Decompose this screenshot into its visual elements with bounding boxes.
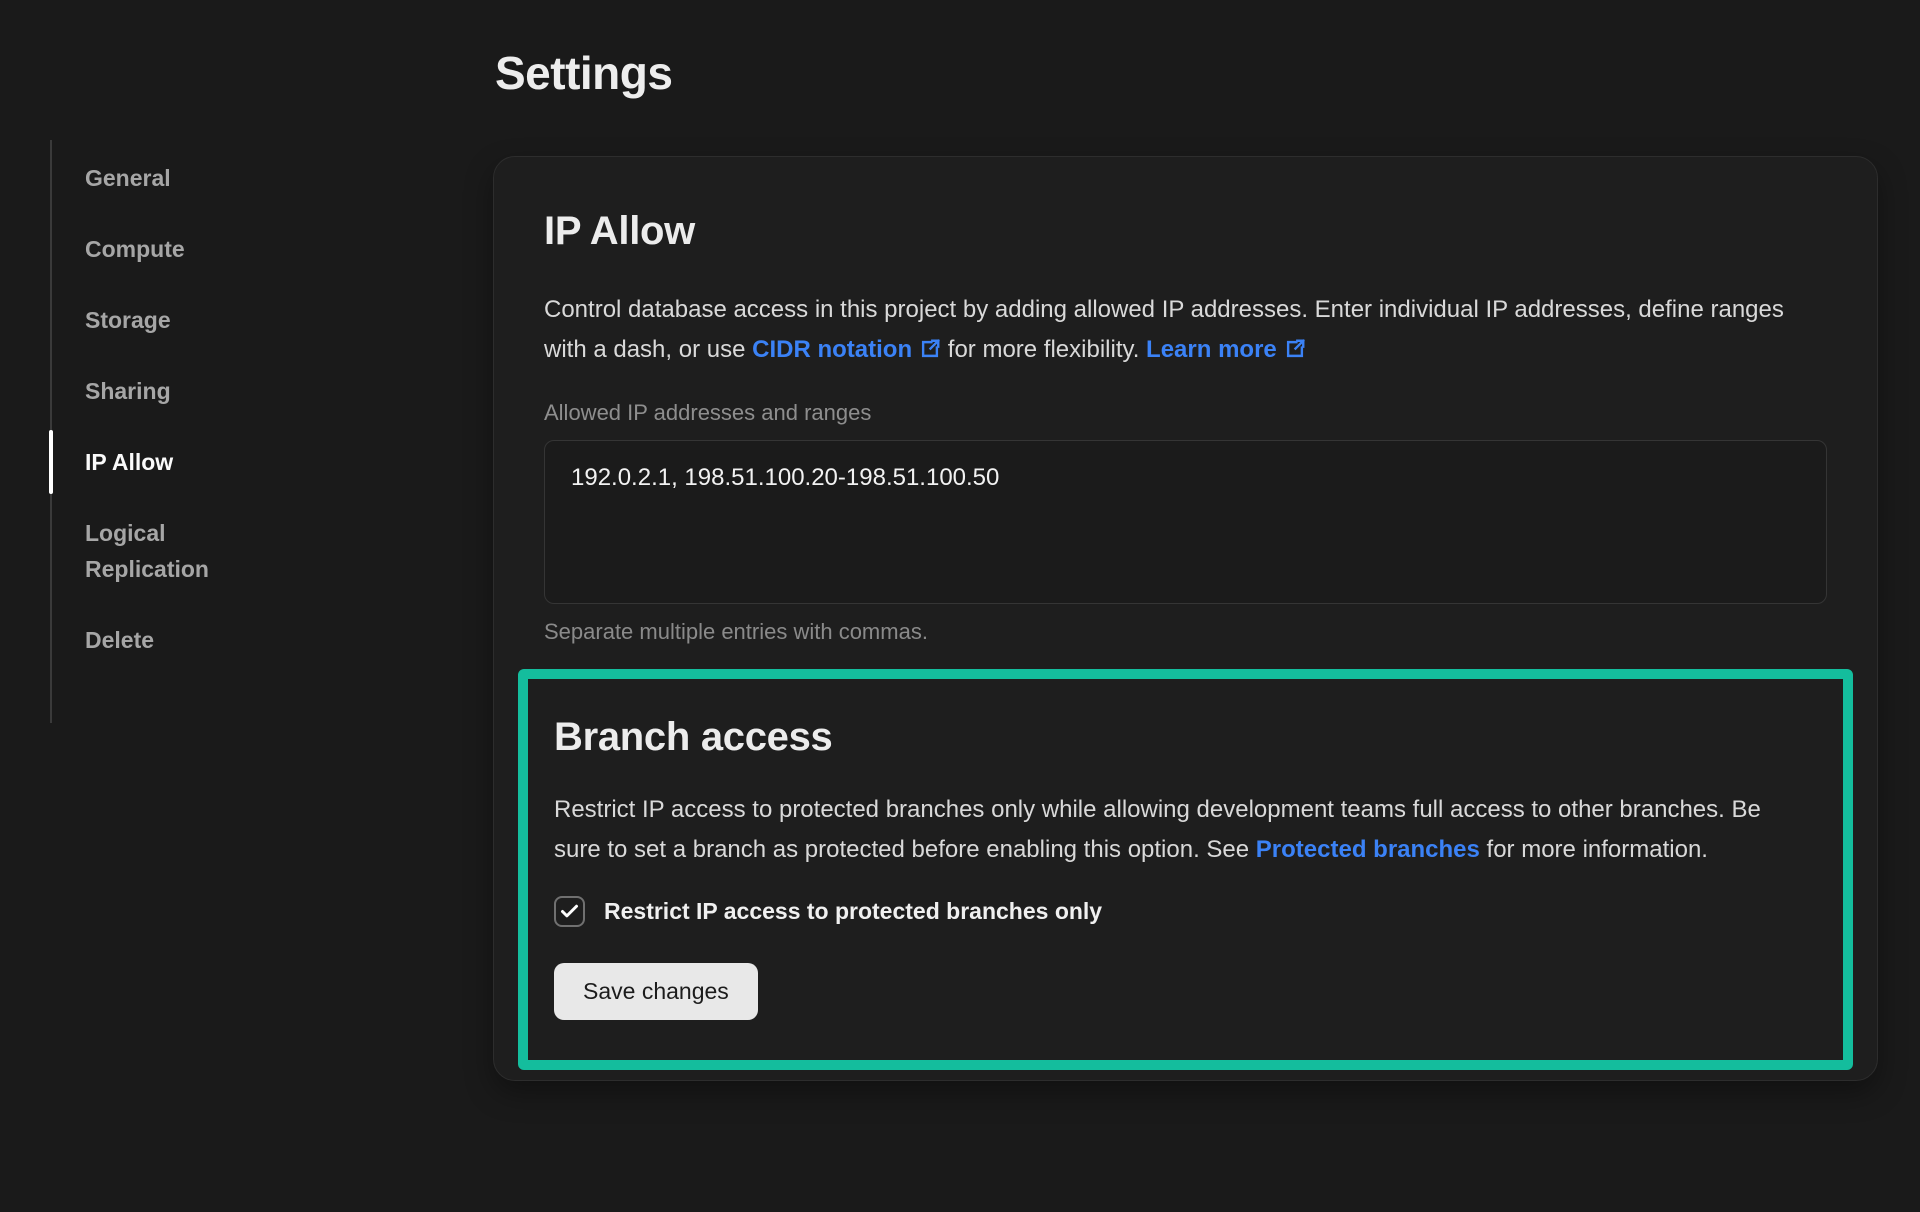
- ip-addresses-field-hint: Separate multiple entries with commas.: [544, 619, 1827, 645]
- sidebar-item-delete[interactable]: Delete: [85, 622, 260, 658]
- cidr-notation-link[interactable]: CIDR notation: [752, 336, 912, 363]
- save-changes-button[interactable]: Save changes: [554, 963, 758, 1020]
- settings-page: General Compute Storage Sharing IP Allow…: [0, 0, 1920, 1212]
- sidebar-item-storage[interactable]: Storage: [85, 302, 260, 338]
- sidebar-item-ip-allow[interactable]: IP Allow: [85, 444, 260, 480]
- ip-addresses-field-label: Allowed IP addresses and ranges: [544, 400, 1827, 426]
- ip-allow-title: IP Allow: [544, 209, 1827, 254]
- branch-access-section: Branch access Restrict IP access to prot…: [518, 669, 1853, 1070]
- branch-access-title: Branch access: [554, 715, 1817, 760]
- sidebar-item-general[interactable]: General: [85, 160, 260, 196]
- branch-access-description-text-2: for more information.: [1480, 836, 1708, 863]
- protected-branches-link[interactable]: Protected branches: [1256, 836, 1480, 863]
- external-link-icon[interactable]: [919, 338, 941, 360]
- restrict-ip-checkbox-row[interactable]: Restrict IP access to protected branches…: [554, 896, 1817, 927]
- settings-sidebar: General Compute Storage Sharing IP Allow…: [0, 0, 493, 1212]
- settings-nav: General Compute Storage Sharing IP Allow…: [50, 140, 260, 723]
- checkmark-icon: [559, 901, 580, 922]
- ip-allow-description: Control database access in this project …: [544, 290, 1827, 370]
- sidebar-item-logical-replication[interactable]: Logical Replication: [85, 515, 260, 587]
- ip-allow-card: IP Allow Control database access in this…: [493, 156, 1878, 1081]
- ip-allow-description-text-2: for more flexibility.: [941, 336, 1146, 363]
- settings-main: Settings IP Allow Control database acces…: [493, 0, 1920, 1212]
- page-title: Settings: [495, 46, 1878, 100]
- sidebar-item-sharing[interactable]: Sharing: [85, 373, 260, 409]
- learn-more-link[interactable]: Learn more: [1146, 336, 1277, 363]
- restrict-ip-checkbox-label: Restrict IP access to protected branches…: [604, 898, 1102, 925]
- sidebar-item-compute[interactable]: Compute: [85, 231, 260, 267]
- branch-access-description: Restrict IP access to protected branches…: [554, 790, 1804, 870]
- ip-addresses-textarea[interactable]: 192.0.2.1, 198.51.100.20-198.51.100.50: [544, 440, 1827, 604]
- external-link-icon[interactable]: [1284, 338, 1306, 360]
- restrict-ip-checkbox[interactable]: [554, 896, 585, 927]
